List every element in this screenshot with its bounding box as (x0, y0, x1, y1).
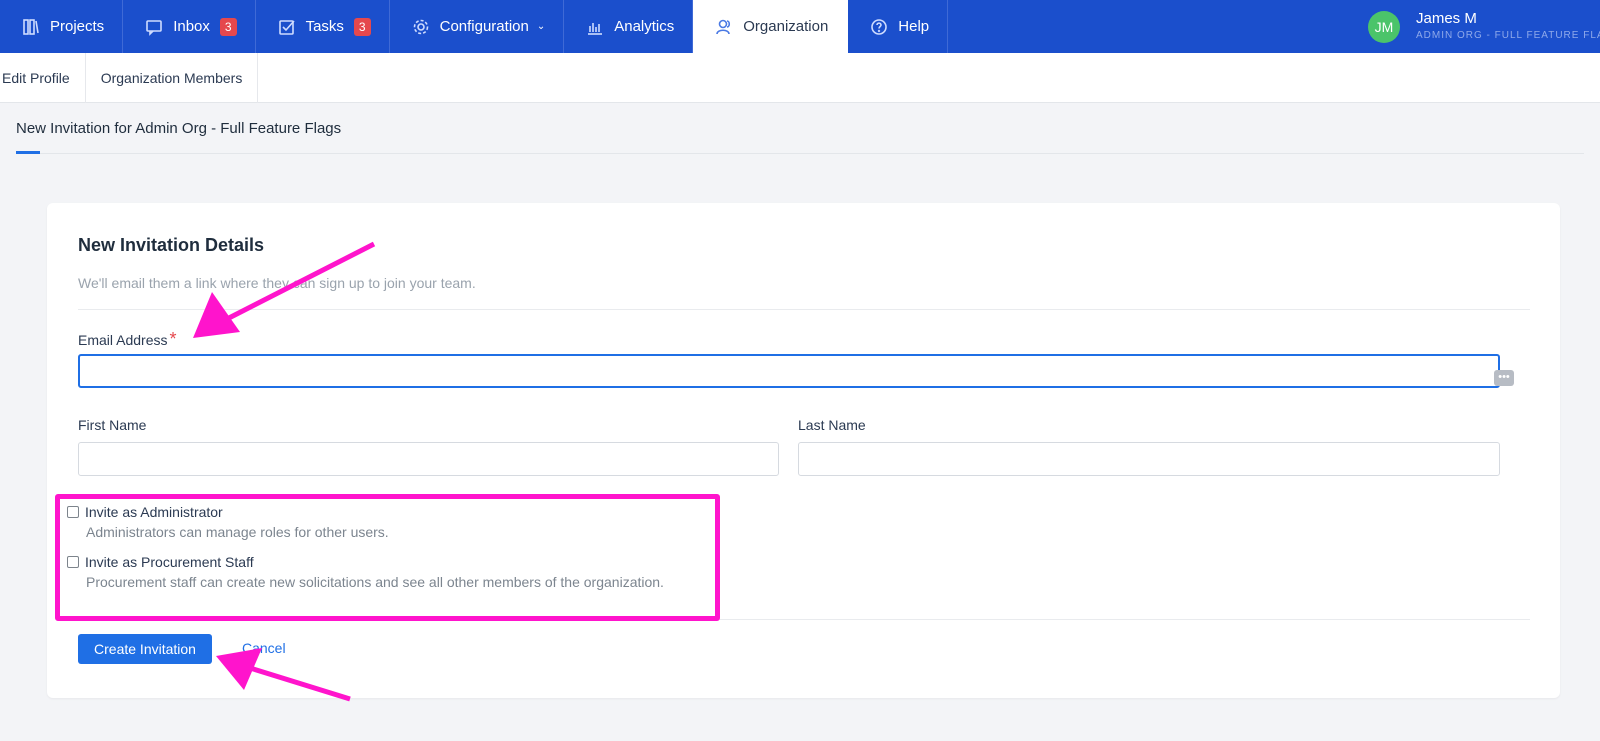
subnav-organization-members[interactable]: Organization Members (86, 53, 259, 103)
nav-help[interactable]: Help (848, 0, 949, 53)
chevron-down-icon: ⌄ (536, 21, 546, 32)
nav-organization-label: Organization (743, 18, 829, 35)
nav-inbox[interactable]: Inbox 3 (123, 0, 256, 53)
last-name-field[interactable] (798, 442, 1500, 476)
nav-help-label: Help (898, 18, 930, 35)
create-invitation-button[interactable]: Create Invitation (78, 634, 212, 664)
last-name-label: Last Name (798, 417, 866, 433)
help-icon (871, 18, 888, 35)
user-menu[interactable]: JM James M ADMIN ORG - FULL FEATURE FLA (1368, 0, 1600, 53)
nav-organization[interactable]: Organization (693, 0, 849, 53)
user-org: ADMIN ORG - FULL FEATURE FLA (1416, 29, 1600, 41)
email-field[interactable] (78, 354, 1500, 388)
invitation-card: New Invitation Details We'll email them … (47, 203, 1560, 698)
nav-configuration-label: Configuration (439, 18, 529, 35)
tasks-icon (278, 19, 295, 35)
avatar[interactable]: JM (1368, 10, 1400, 43)
password-manager-icon[interactable]: ••• (1494, 370, 1514, 386)
user-name: James M (1416, 9, 1477, 27)
top-navigation: Projects Inbox 3 Tasks 3 Configuration ⌄… (0, 0, 1600, 53)
chart-icon (588, 22, 603, 35)
projects-icon (23, 18, 39, 35)
tasks-count-badge: 3 (353, 17, 371, 36)
first-name-field[interactable] (78, 442, 779, 476)
nav-tasks-label: Tasks (305, 18, 344, 35)
nav-projects-label: Projects (50, 18, 105, 35)
cancel-link[interactable]: Cancel (242, 640, 286, 656)
card-title: New Invitation Details (78, 235, 265, 255)
page-title[interactable]: New Invitation for Admin Org - Full Feat… (16, 120, 341, 137)
user-info: James M ADMIN ORG - FULL FEATURE FLA (1416, 10, 1600, 44)
nav-configuration[interactable]: Configuration ⌄ (390, 0, 565, 53)
inbox-count-badge: 3 (219, 17, 237, 36)
inbox-icon (146, 19, 162, 36)
subnav-edit-profile[interactable]: Edit Profile (0, 53, 86, 103)
first-name-label: First Name (78, 417, 147, 433)
annotation-highlight-box (55, 494, 720, 621)
required-mark: * (169, 329, 177, 349)
users-icon (716, 19, 731, 34)
nav-analytics[interactable]: Analytics (564, 0, 694, 53)
divider (78, 309, 1530, 310)
nav-projects[interactable]: Projects (0, 0, 124, 53)
gear-icon (413, 19, 428, 34)
email-label-text: Email Address (78, 332, 168, 348)
nav-analytics-label: Analytics (614, 18, 675, 35)
tab-divider (16, 153, 1584, 154)
nav-tasks[interactable]: Tasks 3 (256, 0, 390, 53)
card-subtitle: We'll email them a link where they can s… (78, 275, 476, 291)
nav-inbox-label: Inbox (173, 18, 210, 35)
active-tab-indicator (16, 151, 40, 154)
email-label: Email Address * (78, 329, 177, 350)
sub-navigation: Edit Profile Organization Members (0, 53, 1600, 103)
